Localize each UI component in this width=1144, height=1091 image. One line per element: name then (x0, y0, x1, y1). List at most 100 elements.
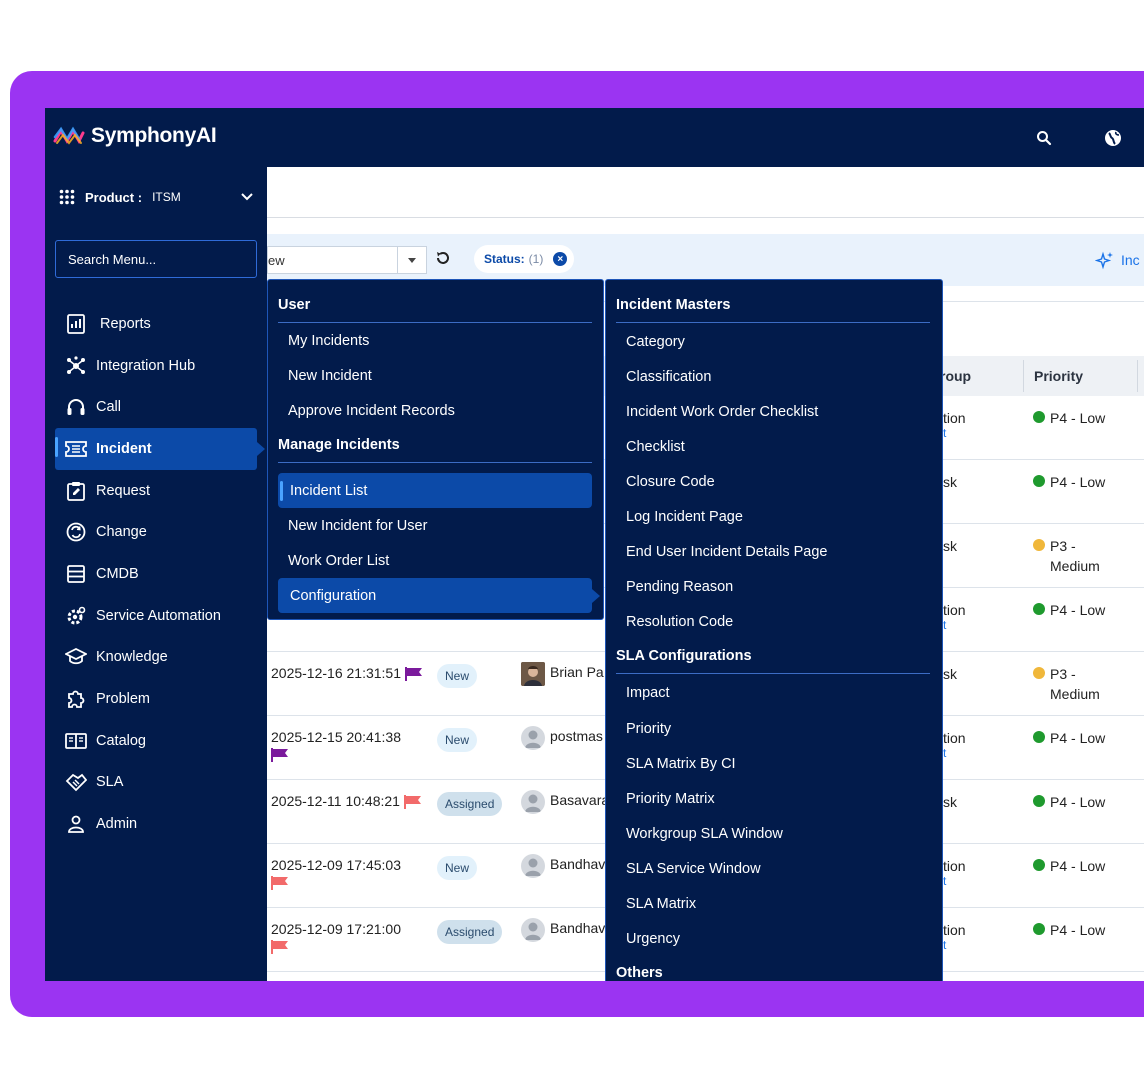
status-badge: Assigned (437, 792, 503, 816)
refresh-icon (437, 252, 449, 264)
sparkle-icon (1095, 251, 1113, 270)
sidebar-item-label: Request (96, 482, 151, 499)
menu-item-checklist[interactable]: Checklist (626, 439, 685, 455)
menu-heading-sla-configurations: SLA Configurations (616, 648, 752, 664)
flag-icon (405, 667, 422, 682)
sidebar-item-request[interactable]: Request (55, 470, 257, 512)
book-icon (65, 730, 87, 752)
brand-logo[interactable]: SymphonyAI (53, 124, 217, 148)
menu-item-closure-code[interactable]: Closure Code (626, 474, 715, 490)
menu-item-incident-list[interactable]: Incident List (278, 473, 592, 508)
sidebar-item-reports[interactable]: Reports (55, 303, 257, 345)
priority-dot (1033, 923, 1045, 935)
menu-item-end-user-incident-details-page[interactable]: End User Incident Details Page (626, 544, 828, 560)
menu-divider (616, 673, 930, 674)
menu-item-sla-matrix-by-ci[interactable]: SLA Matrix By CI (626, 756, 736, 772)
status-badge: New (437, 664, 478, 688)
menu-heading-manage-incidents: Manage Incidents (278, 437, 400, 453)
close-icon[interactable]: × (553, 252, 568, 266)
sidebar-item-service-automation[interactable]: Service Automation (55, 595, 257, 637)
product-label: Product : (85, 189, 143, 205)
menu-item-configuration[interactable]: Configuration (278, 578, 600, 613)
menu-item-log-incident-page[interactable]: Log Incident Page (626, 509, 743, 525)
sidebar-item-integration-hub[interactable]: Integration Hub (55, 345, 257, 387)
priority-cell: P4 - Low (1033, 600, 1123, 620)
priority-cell: P4 - Low (1033, 408, 1123, 428)
menu-item-work-order-list[interactable]: Work Order List (288, 553, 389, 569)
assignee-cell: Bandhav (550, 920, 606, 936)
chevron-down-icon[interactable] (241, 193, 253, 201)
menu-item-category[interactable]: Category (626, 334, 685, 350)
priority-cell: P4 - Low (1033, 792, 1123, 812)
menu-item-urgency[interactable]: Urgency (626, 931, 680, 947)
sidebar-item-cmdb[interactable]: CMDB (55, 553, 257, 595)
created-date-cell: 2025-12-09 17:21:00 (271, 920, 431, 954)
reports-icon (65, 313, 87, 335)
flag-icon (403, 795, 421, 810)
menu-item-resolution-code[interactable]: Resolution Code (626, 614, 733, 630)
ai-assist-button[interactable]: Inc (1095, 250, 1140, 270)
automation-gear-icon (65, 605, 87, 627)
menu-item-label: Configuration (290, 587, 377, 604)
menu-item-incident-work-order-checklist[interactable]: Incident Work Order Checklist (626, 404, 818, 420)
menu-item-label: Incident List (290, 482, 368, 499)
assignee-cell: Brian Pa (550, 664, 604, 680)
assignee-cell: postmas (550, 728, 603, 744)
menu-heading-user: User (278, 297, 311, 313)
sidebar-item-label: Incident (96, 440, 152, 457)
menu-divider (278, 462, 592, 463)
sidebar-nav: Reports Integration Hub Call Incident Re… (55, 303, 265, 845)
app-window: SymphonyAI Product : ITSM Search Menu...… (45, 108, 1144, 981)
sidebar-item-label: Knowledge (96, 649, 168, 666)
status-badge: New (437, 856, 478, 880)
column-header-priority[interactable]: Priority (1034, 368, 1083, 384)
menu-item-new-incident-for-user[interactable]: New Incident for User (288, 518, 427, 534)
menu-item-priority-matrix[interactable]: Priority Matrix (626, 791, 715, 807)
sidebar-item-sla[interactable]: SLA (55, 762, 257, 804)
group-cell: tion t (943, 922, 966, 952)
menu-item-approve-incident-records[interactable]: Approve Incident Records (288, 403, 455, 419)
menu-item-sla-matrix[interactable]: SLA Matrix (626, 896, 696, 912)
menu-item-new-incident[interactable]: New Incident (288, 368, 372, 384)
menu-item-classification[interactable]: Classification (626, 369, 711, 385)
menu-item-pending-reason[interactable]: Pending Reason (626, 579, 733, 595)
sidebar-item-knowledge[interactable]: Knowledge (55, 637, 257, 679)
sidebar-item-problem[interactable]: Problem (55, 678, 257, 720)
refresh-button[interactable] (435, 250, 451, 271)
sidebar-item-label: Change (96, 524, 147, 541)
column-header-group[interactable]: roup (940, 368, 971, 384)
group-cell: sk (943, 794, 957, 810)
avatar (521, 790, 545, 814)
sidebar-item-change[interactable]: Change (55, 511, 257, 553)
menu-item-impact[interactable]: Impact (626, 685, 670, 701)
priority-dot (1033, 539, 1045, 551)
language-button[interactable] (1101, 126, 1125, 150)
assignee-cell: Basavara (550, 792, 610, 808)
headset-icon (65, 396, 87, 418)
group-cell: sk (943, 474, 957, 490)
menu-item-sla-service-window[interactable]: SLA Service Window (626, 861, 761, 877)
menu-item-priority[interactable]: Priority (626, 721, 671, 737)
status-chip-label: Status: (484, 252, 525, 266)
view-dropdown-button[interactable] (397, 246, 427, 274)
sidebar-item-catalog[interactable]: Catalog (55, 720, 257, 762)
menu-item-workgroup-sla-window[interactable]: Workgroup SLA Window (626, 826, 783, 842)
sidebar-item-label: Catalog (96, 732, 146, 749)
product-selector[interactable]: Product : ITSM (59, 189, 181, 205)
menu-item-my-incidents[interactable]: My Incidents (288, 333, 369, 349)
database-icon (65, 563, 87, 585)
menu-divider (616, 322, 930, 323)
sidebar-item-call[interactable]: Call (55, 386, 257, 428)
priority-dot (1033, 603, 1045, 615)
graduation-cap-icon (65, 646, 87, 668)
search-menu-input[interactable]: Search Menu... (55, 240, 257, 278)
caret-down-icon (408, 257, 416, 263)
global-search-button[interactable] (1032, 126, 1056, 150)
sidebar-item-admin[interactable]: Admin (55, 803, 257, 845)
assignee-cell: Bandhav (550, 856, 606, 872)
sidebar: Product : ITSM Search Menu... Reports In… (45, 167, 267, 981)
priority-dot (1033, 731, 1045, 743)
sidebar-item-incident[interactable]: Incident (55, 428, 265, 470)
flag-icon (271, 876, 288, 890)
status-filter-chip[interactable]: Status: (1) × (474, 245, 574, 273)
